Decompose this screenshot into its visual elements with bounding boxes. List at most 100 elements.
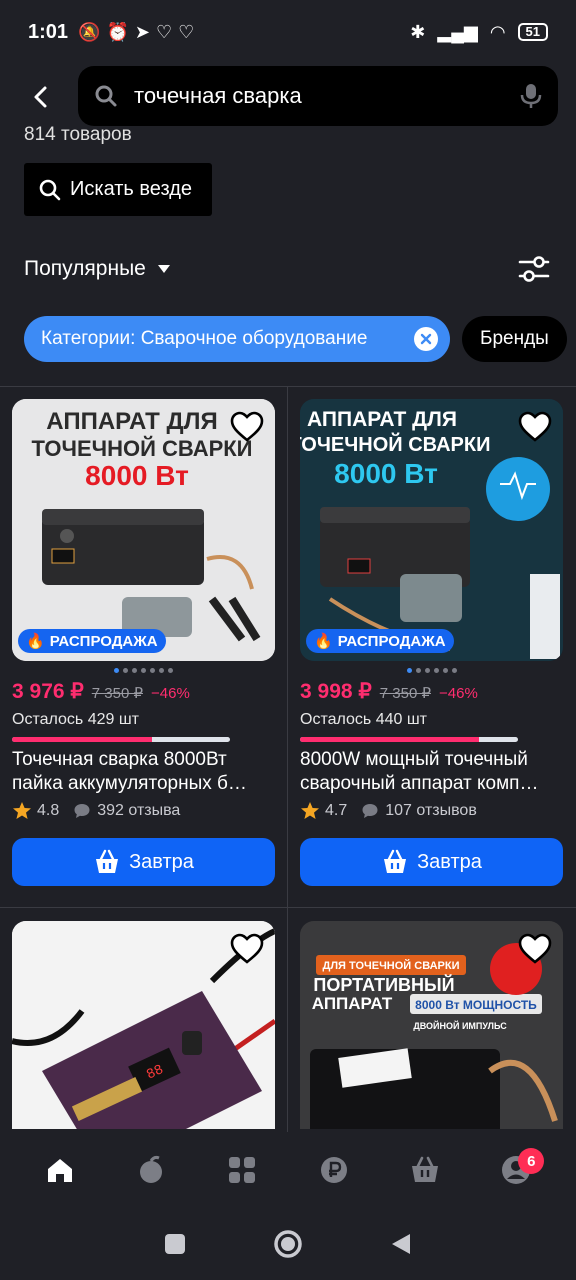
fire-icon: 🔥 (26, 633, 45, 650)
product-title[interactable]: Точечная сварка 8000Вт пайка аккумулятор… (12, 748, 275, 796)
nav-profile[interactable]: 6 (488, 1142, 545, 1198)
search-icon (95, 85, 117, 107)
catalog-icon (229, 1157, 256, 1183)
product-image[interactable]: АППАРАТ ДЛЯ ТОЧЕЧНОЙ СВАРКИ 8000 Вт 🔥 РА… (12, 399, 275, 661)
heart-icon[interactable] (517, 931, 553, 967)
notification-icons: 🔕 ⏰ ➤ ♡ ♡ (78, 22, 194, 43)
nav-catalog[interactable] (214, 1142, 270, 1198)
heart-icon[interactable] (229, 409, 265, 445)
basket-icon (96, 849, 119, 873)
svg-text:ДВОЙНОЙ ИМПУЛЬС: ДВОЙНОЙ ИМПУЛЬС (413, 1020, 507, 1031)
star-icon (13, 802, 31, 819)
brands-chip-label: Бренды (480, 328, 549, 349)
product-image[interactable]: АППАРАТ ДЛЯ ТОЧЕЧНОЙ СВАРКИ 8000 Вт 🔥 РА… (300, 399, 563, 661)
fire-icon: 🔥 (314, 633, 333, 650)
svg-text:8000 Вт: 8000 Вт (85, 460, 189, 491)
wifi-icon: ◠ (489, 21, 506, 42)
app-icon-2: ♡ (178, 21, 195, 42)
delivery-label: Завтра (417, 850, 482, 873)
sale-badge: 🔥 РАСПРОДАЖА (18, 629, 166, 653)
brands-chip[interactable]: Бренды (462, 316, 567, 362)
search-everywhere-label: Искать везде (70, 178, 192, 200)
reviews: 392 отзыва (97, 802, 181, 819)
status-time: 1:01 (28, 20, 69, 43)
svg-text:АППАРАТ ДЛЯ: АППАРАТ ДЛЯ (46, 408, 217, 435)
bluetooth-icon: ✱ (410, 21, 426, 42)
sort-dropdown[interactable]: Популярные (24, 257, 146, 281)
old-price: 7 350 ₽ (379, 685, 431, 702)
search-input[interactable]: точечная сварка (78, 66, 558, 126)
product-card[interactable]: АППАРАТ ДЛЯ ТОЧЕЧНОЙ СВАРКИ 8000 Вт 🔥 РА… (300, 399, 563, 886)
price-row: 3 976 ₽ 7 350 ₽ −46% (12, 679, 275, 705)
delivery-label: Завтра (129, 850, 194, 873)
product-card[interactable]: АППАРАТ ДЛЯ ТОЧЕЧНОЙ СВАРКИ 8000 Вт 🔥 РА… (12, 399, 275, 886)
stock-text: Осталось 440 шт (300, 711, 427, 728)
microphone-icon[interactable] (520, 83, 542, 109)
discount: −46% (151, 685, 190, 702)
chevron-down-icon[interactable] (157, 265, 170, 273)
search-everywhere-button[interactable]: Искать везде (24, 163, 212, 216)
grid-divider (0, 907, 576, 908)
search-icon (39, 179, 61, 200)
category-chip[interactable]: Категории: Сварочное оборудование (24, 316, 450, 362)
nav-cart[interactable] (397, 1142, 453, 1198)
product-image[interactable]: ДЛЯ ТОЧЕЧНОЙ СВАРКИ ПОРТАТИВНЫЙ АППАРАТ … (300, 921, 563, 1129)
rating: 4.7 (325, 802, 348, 819)
search-header: точечная сварка (0, 66, 576, 128)
rating: 4.8 (37, 802, 60, 819)
app-icon: ♡ (155, 21, 173, 42)
close-icon[interactable] (414, 327, 438, 351)
bottom-navigation: 6 (0, 1132, 576, 1208)
product-image[interactable]: 88 (12, 921, 275, 1129)
status-bar: 1:01 🔕 ⏰ ➤ ♡ ♡ ✱ ▂▄▆ ◠ 51 (0, 0, 576, 64)
star-icon (301, 802, 319, 819)
discount: −46% (439, 685, 478, 702)
product-card[interactable]: ДЛЯ ТОЧЕЧНОЙ СВАРКИ ПОРТАТИВНЫЙ АППАРАТ … (300, 921, 563, 1129)
product-title[interactable]: 8000W мощный точечный сварочный аппарат … (300, 748, 563, 796)
add-to-cart-button[interactable]: Завтра (12, 838, 275, 886)
filter-chips: Категории: Сварочное оборудование Бренды (24, 316, 567, 362)
product-card[interactable]: 88 (12, 921, 275, 1129)
svg-text:8000 Вт МОЩНОСТЬ: 8000 Вт МОЩНОСТЬ (415, 998, 537, 1012)
nav-finance[interactable] (306, 1142, 362, 1198)
add-to-cart-button[interactable]: Завтра (300, 838, 563, 886)
telegram-icon: ➤ (134, 21, 150, 42)
nav-fresh[interactable] (123, 1142, 179, 1198)
svg-text:8000 Вт: 8000 Вт (334, 458, 438, 489)
svg-text:АППАРАТ ДЛЯ: АППАРАТ ДЛЯ (307, 408, 457, 431)
heart-icon[interactable] (229, 931, 265, 967)
filter-icon[interactable] (516, 251, 552, 287)
recents-icon[interactable] (164, 1233, 186, 1255)
notification-badge: 6 (518, 1148, 545, 1174)
home-circle-icon[interactable] (273, 1229, 303, 1259)
svg-text:ПОРТАТИВНЫЙ: ПОРТАТИВНЫЙ (313, 974, 454, 995)
chevron-left-icon (34, 86, 47, 108)
image-pager (12, 661, 275, 679)
system-navigation (0, 1208, 576, 1280)
stock-bar (12, 737, 230, 742)
svg-text:ДЛЯ ТОЧЕЧНОЙ СВАРКИ: ДЛЯ ТОЧЕЧНОЙ СВАРКИ (322, 959, 459, 972)
mute-icon: 🔕 (78, 21, 101, 42)
reviews: 107 отзывов (385, 802, 477, 819)
ruble-icon (320, 1157, 347, 1183)
battery-icon: 51 (517, 23, 548, 41)
apple-icon (139, 1155, 162, 1183)
heart-icon[interactable] (517, 409, 553, 445)
divider (0, 386, 576, 387)
old-price: 7 350 ₽ (91, 685, 143, 702)
back-button[interactable] (0, 66, 82, 128)
category-chip-label: Категории: Сварочное оборудование (41, 328, 368, 349)
stock-bar (300, 737, 518, 742)
basket-icon (384, 849, 407, 873)
image-pager (300, 661, 563, 679)
alarm-icon: ⏰ (106, 21, 129, 42)
grid-divider (287, 387, 288, 1132)
svg-text:ТОЧЕЧНОЙ СВАРКИ: ТОЧЕЧНОЙ СВАРКИ (32, 436, 253, 461)
back-triangle-icon[interactable] (390, 1232, 412, 1256)
results-count: 814 товаров (24, 124, 132, 144)
basket-icon (411, 1156, 438, 1182)
sale-badge: 🔥 РАСПРОДАЖА (306, 629, 454, 653)
svg-text:АППАРАТ: АППАРАТ (312, 994, 393, 1013)
nav-home[interactable] (32, 1142, 88, 1198)
rating-row: 4.7 107 отзывов (300, 800, 563, 822)
